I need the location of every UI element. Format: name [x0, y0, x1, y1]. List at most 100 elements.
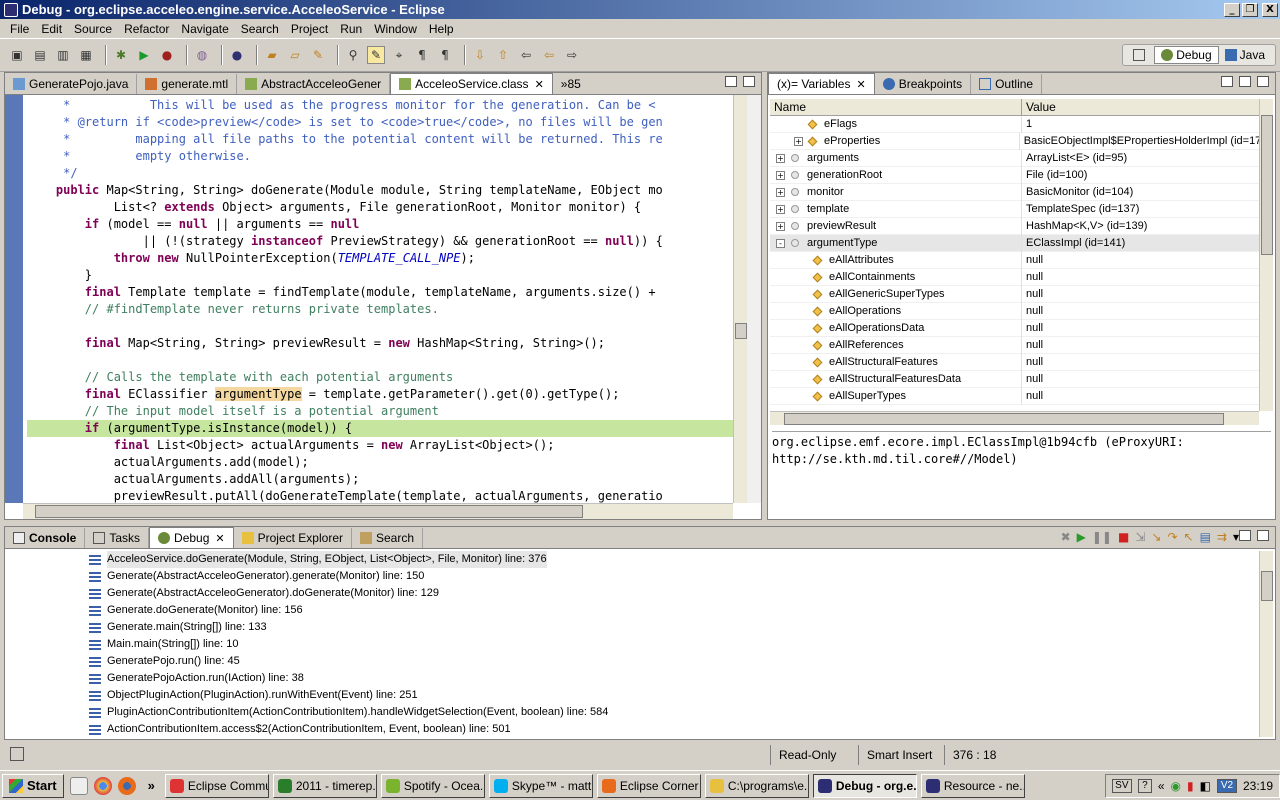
taskbar-task[interactable]: C:\programs\e...: [704, 773, 809, 798]
menu-navigate[interactable]: Navigate: [175, 22, 234, 36]
variable-row[interactable]: + eProperties BasicEObjectImpl$EProperties…: [770, 132, 1259, 150]
collapse-icon[interactable]: -: [776, 238, 785, 248]
previous-annotation-icon[interactable]: ⇧: [494, 46, 512, 64]
stack-frame[interactable]: GeneratePojo.run() line: 45: [7, 653, 1259, 670]
stack-frame[interactable]: Main.main(String[]) line: 10: [7, 636, 1259, 653]
stack-frame[interactable]: Generate(AbstractAcceleoGenerator).gener…: [7, 568, 1259, 585]
tab-console[interactable]: Console: [5, 528, 86, 548]
variable-row[interactable]: eAllOperationsData null: [770, 319, 1259, 337]
menu-run[interactable]: Run: [334, 22, 368, 36]
tab-generatepojo[interactable]: GeneratePojo.java: [5, 74, 138, 94]
open-folder-icon[interactable]: ▱: [286, 46, 304, 64]
stack-frame[interactable]: Generate.main(String[]) line: 133: [7, 619, 1259, 636]
expand-icon[interactable]: +: [776, 204, 785, 214]
close-icon[interactable]: ✕: [856, 78, 865, 91]
pencil-icon[interactable]: ✎: [309, 46, 327, 64]
variable-row[interactable]: eAllReferences null: [770, 336, 1259, 354]
variable-detail-pane[interactable]: org.eclipse.emf.ecore.impl.EClassImpl@1b…: [772, 431, 1271, 515]
disconnect-icon[interactable]: ⇲: [1135, 530, 1145, 544]
taskbar-task[interactable]: Spotify - Ocea...: [380, 773, 485, 798]
external-tools-icon[interactable]: ●: [158, 46, 176, 64]
tab-acceleoservice[interactable]: AcceleoService.class ✕: [390, 73, 553, 94]
menu-window[interactable]: Window: [368, 22, 423, 36]
minimize-icon[interactable]: [1239, 530, 1251, 541]
sphere-icon[interactable]: ●: [228, 46, 246, 64]
scrollbar-thumb[interactable]: [735, 323, 747, 339]
menu-source[interactable]: Source: [68, 22, 118, 36]
restore-button[interactable]: ❐: [1242, 2, 1258, 17]
resume-icon[interactable]: ▶: [1077, 530, 1086, 544]
editor-horizontal-scrollbar[interactable]: [23, 503, 733, 519]
use-step-filters-icon[interactable]: ⇉: [1217, 530, 1227, 544]
globe-icon[interactable]: ◍: [193, 46, 211, 64]
variable-row[interactable]: eAllOperations null: [770, 302, 1259, 320]
variable-row[interactable]: + arguments ArrayList<E> (id=95): [770, 149, 1259, 167]
start-button[interactable]: Start: [2, 773, 64, 798]
block-selection-icon[interactable]: ⌖: [390, 46, 408, 64]
stack-frame[interactable]: PluginActionContributionItem(ActionContr…: [7, 704, 1259, 721]
editor-vertical-scrollbar[interactable]: [733, 95, 747, 503]
taskbar-task[interactable]: Eclipse Commu...: [164, 773, 269, 798]
tab-search[interactable]: Search: [352, 528, 424, 548]
variables-horizontal-scrollbar[interactable]: [770, 411, 1259, 425]
scrollbar-thumb[interactable]: [35, 505, 583, 518]
expand-icon[interactable]: +: [776, 221, 785, 231]
debug-icon[interactable]: ✱: [112, 46, 130, 64]
step-over-icon[interactable]: ↷: [1167, 530, 1177, 544]
help-icon[interactable]: ?: [1137, 779, 1152, 793]
chrome-icon[interactable]: [93, 776, 112, 795]
variable-row[interactable]: + monitor BasicMonitor (id=104): [770, 183, 1259, 201]
terminate-icon[interactable]: ■: [1118, 530, 1129, 544]
maximize-icon[interactable]: [1257, 530, 1269, 541]
perspective-debug[interactable]: Debug: [1154, 46, 1219, 64]
step-into-icon[interactable]: ↘: [1151, 530, 1161, 544]
next-annotation-icon[interactable]: ⇩: [471, 46, 489, 64]
quicklaunch-more[interactable]: »: [148, 778, 155, 793]
stack-frame[interactable]: Generate(AbstractAcceleoGenerator).doGen…: [7, 585, 1259, 602]
variable-row[interactable]: + template TemplateSpec (id=137): [770, 200, 1259, 218]
forward-icon[interactable]: ⇨: [563, 46, 581, 64]
tab-abstractacceleo[interactable]: AbstractAcceleoGener: [237, 74, 391, 94]
minimize-icon[interactable]: [1239, 76, 1251, 87]
menu-search[interactable]: Search: [235, 22, 285, 36]
variable-row[interactable]: eFlags 1: [770, 116, 1259, 133]
close-icon[interactable]: ✕: [535, 78, 544, 91]
tab-variables[interactable]: (x)= Variables ✕: [768, 73, 875, 94]
tab-generate-mtl[interactable]: generate.mtl: [137, 74, 238, 94]
expand-icon[interactable]: +: [776, 153, 785, 163]
mark-occurrences-icon[interactable]: ✎: [367, 46, 385, 64]
run-icon[interactable]: ▶: [135, 46, 153, 64]
open-type-icon[interactable]: ▰: [263, 46, 281, 64]
expand-icon[interactable]: +: [776, 170, 785, 180]
column-name[interactable]: Name: [770, 99, 1022, 115]
menu-project[interactable]: Project: [285, 22, 334, 36]
perspective-java[interactable]: Java: [1219, 46, 1271, 64]
tab-breakpoints[interactable]: Breakpoints: [875, 74, 972, 94]
scrollbar-thumb[interactable]: [1261, 571, 1273, 601]
taskbar-task[interactable]: Eclipse Corner ...: [596, 773, 701, 798]
taskbar-task[interactable]: 2011 - timerep...: [272, 773, 377, 798]
volume-icon[interactable]: ◧: [1200, 779, 1211, 793]
minimize-icon[interactable]: [725, 76, 737, 87]
tab-tasks[interactable]: Tasks: [85, 528, 150, 548]
taskbar-task[interactable]: Debug - org.e...: [812, 773, 917, 798]
tab-debug[interactable]: Debug ✕: [149, 527, 234, 548]
menu-file[interactable]: File: [4, 22, 35, 36]
tray-expand-icon[interactable]: «: [1158, 779, 1165, 793]
firefox-icon[interactable]: [117, 776, 136, 795]
variable-row[interactable]: eAllSuperTypes null: [770, 387, 1259, 405]
stack-frame[interactable]: Generate.doGenerate(Monitor) line: 156: [7, 602, 1259, 619]
new-icon[interactable]: ▣: [8, 46, 26, 64]
menu-edit[interactable]: Edit: [35, 22, 68, 36]
close-icon[interactable]: ✕: [215, 532, 224, 545]
collapse-all-icon[interactable]: [1221, 76, 1233, 87]
taskbar-task[interactable]: Skype™ - matt...: [488, 773, 593, 798]
save-icon[interactable]: ▤: [31, 46, 49, 64]
tab-project-explorer[interactable]: Project Explorer: [234, 528, 352, 548]
debug-vertical-scrollbar[interactable]: [1259, 551, 1273, 737]
expand-icon[interactable]: +: [776, 187, 785, 197]
taskbar-task[interactable]: Resource - ne...: [920, 773, 1025, 798]
variable-row[interactable]: eAllStructuralFeaturesData null: [770, 370, 1259, 388]
battery-icon[interactable]: ▮: [1187, 779, 1194, 793]
search-icon[interactable]: ⚲: [344, 46, 362, 64]
